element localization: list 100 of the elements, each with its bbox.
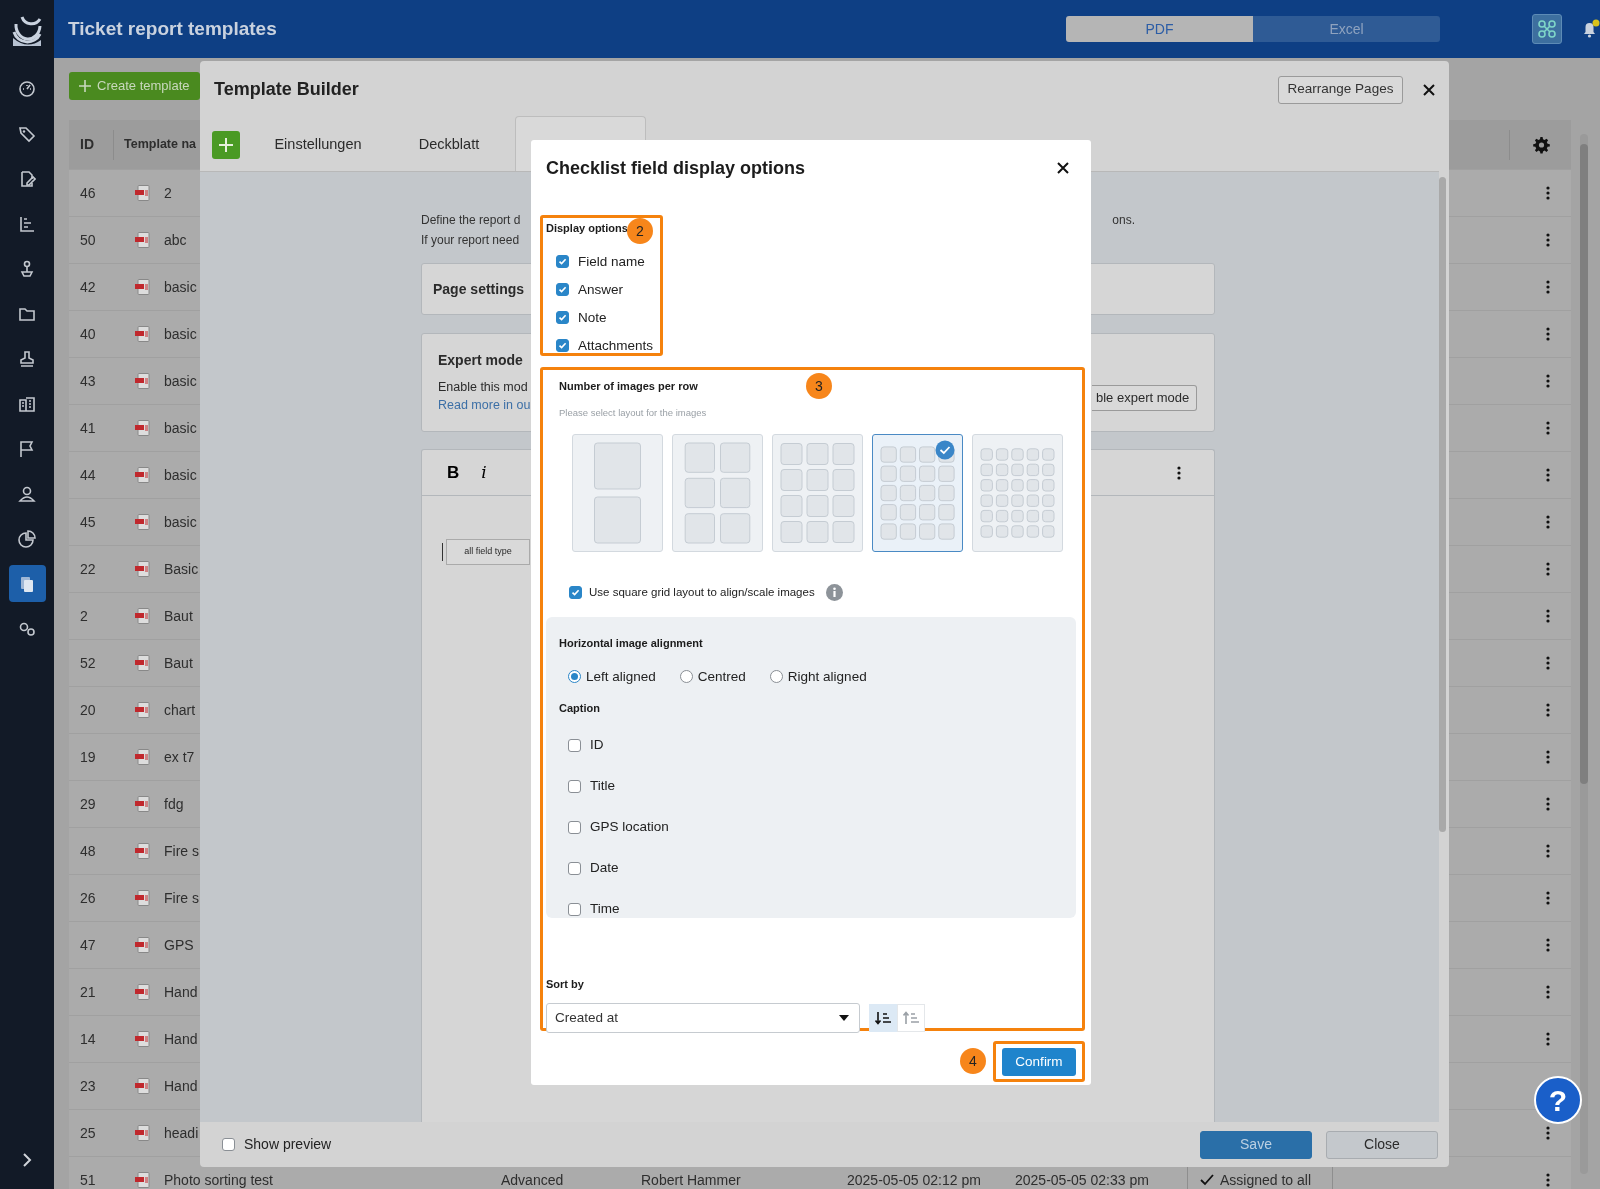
checkbox[interactable] xyxy=(556,255,569,268)
table-cell: Advanced xyxy=(501,1171,564,1188)
sort-select[interactable]: Created at xyxy=(546,1002,860,1033)
table-cell: 50 xyxy=(80,231,96,248)
column-header[interactable]: Template na xyxy=(124,135,196,154)
checkbox[interactable] xyxy=(222,1138,235,1151)
flag-icon xyxy=(18,439,36,458)
intro-text: If your report need xyxy=(421,232,520,249)
checkbox[interactable] xyxy=(568,820,581,834)
settings-icon xyxy=(1531,135,1550,154)
scrollbar-thumb[interactable] xyxy=(1439,177,1446,832)
table-cell: 14 xyxy=(80,1030,96,1047)
tab[interactable]: Deckblatt xyxy=(399,118,499,171)
table-cell: 52 xyxy=(80,654,96,671)
pdf-file-icon xyxy=(135,1031,150,1047)
close-button[interactable] xyxy=(1423,83,1435,96)
rearrange-pages-button[interactable]: Rearrange Pages xyxy=(1278,75,1403,104)
app-button[interactable] xyxy=(1532,14,1562,44)
pdf-file-icon xyxy=(135,843,150,859)
table-cell: Photo sorting test xyxy=(164,1171,273,1188)
checkbox[interactable] xyxy=(556,339,569,352)
checkbox[interactable] xyxy=(568,902,581,916)
pdf-file-icon xyxy=(135,890,150,906)
sort-order-button[interactable] xyxy=(869,1003,897,1032)
radio-label: Right aligned xyxy=(787,667,867,686)
pdf-file-icon xyxy=(135,561,150,577)
table-cell: basic xyxy=(164,419,197,436)
select-value: Created at xyxy=(555,1008,619,1027)
more-options-icon xyxy=(1546,891,1550,905)
table-cell: 48 xyxy=(80,842,96,859)
pdf-file-icon xyxy=(135,514,150,530)
read-more-link[interactable]: Read more in ou xyxy=(438,396,531,414)
pdf-file-icon xyxy=(135,702,150,718)
radio-button[interactable] xyxy=(679,670,693,684)
sort-down-icon xyxy=(875,1010,891,1025)
checkbox[interactable] xyxy=(569,585,582,599)
bold-button[interactable]: B xyxy=(447,459,460,486)
table-cell: 29 xyxy=(80,795,96,812)
close-button[interactable] xyxy=(1057,162,1069,174)
more-options-icon xyxy=(1546,186,1550,200)
scrollbar-thumb[interactable] xyxy=(1580,144,1588,784)
checkmark-icon xyxy=(558,313,567,322)
close-button[interactable]: Close xyxy=(1326,1130,1438,1159)
table-cell: 46 xyxy=(80,184,96,201)
section-label: Number of images per row xyxy=(558,379,698,394)
enable-expert-mode-button[interactable]: ble expert mode xyxy=(1092,385,1197,411)
italic-button[interactable]: i xyxy=(481,459,487,486)
table-cell: 41 xyxy=(80,419,96,436)
checkbox[interactable] xyxy=(556,283,569,296)
field-placeholder[interactable]: all field type xyxy=(446,539,530,565)
add-page-button[interactable] xyxy=(212,130,240,159)
more-options-icon xyxy=(1546,468,1550,482)
radio-button[interactable] xyxy=(769,670,783,684)
step-badge: 2 xyxy=(627,218,653,244)
pdf-file-icon xyxy=(135,1172,150,1188)
building-icon xyxy=(18,394,36,413)
confirm-button[interactable]: Confirm xyxy=(1002,1048,1076,1076)
chart-icon xyxy=(18,214,36,233)
documents-icon xyxy=(18,574,36,593)
pdf-file-icon xyxy=(135,326,150,342)
radio-button[interactable] xyxy=(568,670,581,684)
more-options-icon xyxy=(1546,797,1550,811)
table-cell: 20 xyxy=(80,701,96,718)
checkbox-label: Time xyxy=(590,900,620,919)
table-cell-text: Assigned to all xyxy=(1220,1170,1312,1189)
step-badge: 3 xyxy=(806,373,832,399)
table-cell: 23 xyxy=(80,1077,96,1094)
pdf-file-icon xyxy=(135,1078,150,1094)
checkmark-icon xyxy=(558,257,567,266)
table-cell: Baut xyxy=(164,654,193,671)
table-cell: Hand xyxy=(164,983,198,1000)
intro-text: ons. xyxy=(1112,212,1135,229)
section-label: Sort by xyxy=(545,977,584,993)
gauge-icon xyxy=(18,79,36,98)
table-cell: abc xyxy=(164,231,187,248)
checkbox-label: ID xyxy=(590,736,604,755)
checkbox[interactable] xyxy=(556,311,569,324)
layout-option[interactable] xyxy=(872,433,963,552)
sidebar-item[interactable] xyxy=(8,565,46,602)
table-cell: 26 xyxy=(80,889,96,906)
more-options-icon xyxy=(1546,985,1550,999)
table-cell: ex t7 xyxy=(164,748,195,765)
more-options-icon xyxy=(1546,327,1550,341)
table-cell: 45 xyxy=(80,513,96,530)
section-label: Caption xyxy=(559,700,600,716)
table-cell: Basic xyxy=(164,560,199,577)
table-cell: 42 xyxy=(80,278,96,295)
more-options-icon xyxy=(1546,421,1550,435)
card-text: Enable this mod xyxy=(438,379,529,396)
more-options-icon xyxy=(1546,280,1550,294)
tab[interactable]: Einstellungen xyxy=(258,118,378,171)
checkbox-label: Use square grid layout to align/scale images xyxy=(589,584,815,600)
checkbox[interactable] xyxy=(568,738,581,752)
checkbox[interactable] xyxy=(568,779,581,793)
radio-label: Left aligned xyxy=(586,667,656,686)
column-header[interactable]: ID xyxy=(80,136,94,152)
text-cursor xyxy=(442,543,443,561)
table-cell: Fire s xyxy=(164,889,199,906)
checkbox[interactable] xyxy=(568,861,581,875)
hint-text: Please select layout for the images xyxy=(558,405,708,420)
